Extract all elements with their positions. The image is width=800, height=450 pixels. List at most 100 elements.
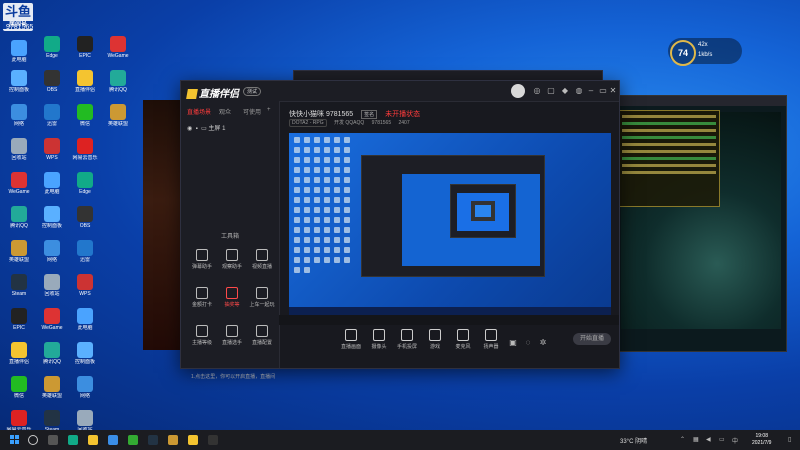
desktop-icon[interactable]: WPS [69, 274, 101, 297]
scene-item[interactable]: ◉ ▪ ▭ 主屏 1 [187, 123, 225, 132]
steam-icon[interactable] [148, 435, 158, 445]
desktop-icon[interactable]: 微信 [3, 376, 35, 399]
tab-available[interactable]: 可使用 [243, 107, 261, 116]
desktop-icon[interactable]: OBS [69, 206, 101, 229]
desktop-icon[interactable]: 直播伴侣 [69, 70, 101, 93]
desktop-icon[interactable]: 英雄联盟 [36, 376, 68, 399]
tool-button[interactable]: 上车一起玩 [249, 287, 275, 308]
app-icon [11, 308, 27, 324]
desktop-icon[interactable]: Steam [36, 410, 68, 430]
close-icon[interactable]: ✕ [609, 87, 617, 95]
gift-icon[interactable]: ◆ [561, 87, 569, 95]
control-button[interactable]: 手机投屏 [395, 329, 419, 350]
lock-icon[interactable]: ▪ [196, 126, 198, 132]
game-window-titlebar[interactable] [611, 96, 786, 106]
task-view-icon[interactable] [48, 435, 58, 445]
tray-arrow-icon[interactable]: ⌃ [680, 436, 685, 443]
desktop-icon[interactable]: 回收站 [3, 138, 35, 161]
start-button[interactable] [10, 435, 20, 445]
skin-icon[interactable]: ◎ [533, 87, 541, 95]
control-button[interactable]: 直播画面 [339, 329, 363, 350]
room-tag[interactable]: 签名 [361, 110, 378, 119]
stream-preview[interactable] [289, 133, 611, 315]
desktop-icon[interactable]: 回收站 [36, 274, 68, 297]
visibility-icon[interactable]: ◉ [187, 126, 192, 132]
avatar[interactable] [511, 84, 525, 98]
wechat-icon[interactable] [128, 435, 138, 445]
edge-icon[interactable] [68, 435, 78, 445]
control-button[interactable]: 游戏 [423, 329, 447, 350]
network-speed-widget[interactable]: 74 42x 1kb/s [668, 38, 742, 66]
desktop-icon[interactable]: 腾讯QQ [3, 206, 35, 229]
tool-button[interactable]: 抽奖等 [219, 287, 245, 308]
battery-icon[interactable]: ▭ [719, 436, 725, 443]
app-icon [44, 36, 60, 52]
desktop-icon[interactable]: 控制面板 [36, 206, 68, 229]
desktop-icon[interactable]: 此电脑 [36, 172, 68, 195]
desktop-icon[interactable]: 网络 [3, 104, 35, 127]
desktop-icon[interactable]: WeGame [3, 172, 35, 195]
desktop-icon[interactable]: 此电脑 [69, 308, 101, 331]
tool-button[interactable]: 观察助手 [219, 249, 245, 270]
desktop-icon[interactable]: 回收站 [69, 410, 101, 430]
search-icon[interactable] [28, 435, 38, 445]
desktop-icon[interactable]: 网易云音乐 [3, 410, 35, 430]
desktop-icon[interactable]: 控制面板 [69, 342, 101, 365]
desktop-icon[interactable]: Edge [36, 36, 68, 59]
desktop-icon[interactable]: 直播伴侣 [3, 342, 35, 365]
desktop-icon[interactable]: 腾讯QQ [36, 342, 68, 365]
desktop-icon[interactable]: EPIC [3, 308, 35, 331]
desktop-icon[interactable]: 网络 [69, 376, 101, 399]
weather-widget[interactable]: 33°C 阴晴 [620, 436, 647, 445]
game-icon[interactable] [168, 435, 178, 445]
control-button[interactable]: 麦克风 [451, 329, 475, 350]
desktop-icon[interactable]: 英雄联盟 [3, 240, 35, 263]
desktop-icon[interactable]: 网络 [36, 240, 68, 263]
tool-button[interactable]: 视频直播 [249, 249, 275, 270]
tab-scene[interactable]: 直播场景 [187, 107, 211, 116]
desktop-icon[interactable]: 英雄联盟 [102, 104, 134, 127]
ime-indicator[interactable]: 中 [732, 436, 738, 445]
record-icon[interactable]: ▣ [509, 339, 517, 347]
settings-icon[interactable]: ✲ [539, 339, 547, 347]
notifications-icon[interactable]: ▯ [788, 436, 791, 443]
desktop-icon[interactable]: Edge [69, 172, 101, 195]
desktop-icon[interactable]: 控制面板 [3, 70, 35, 93]
message-icon[interactable]: ▢ [547, 87, 555, 95]
network-icon[interactable]: ▦ [693, 436, 699, 443]
desktop-icon[interactable]: 迅雷 [69, 240, 101, 263]
desktop-icon[interactable]: 迅雷 [36, 104, 68, 127]
desktop-icon[interactable]: 网易云音乐 [69, 138, 101, 161]
go-live-button[interactable]: 开始直播 [573, 333, 611, 345]
control-button[interactable]: 扬声器 [479, 329, 503, 350]
live-companion-taskbar-icon[interactable] [188, 435, 198, 445]
tab-audience[interactable]: 观众 [219, 107, 231, 116]
loop-icon[interactable]: ◌ [524, 339, 532, 347]
desktop-icon[interactable]: WeGame [36, 308, 68, 331]
obs-icon[interactable] [208, 435, 218, 445]
store-icon[interactable] [108, 435, 118, 445]
desktop-icon[interactable]: Steam [3, 274, 35, 297]
desktop-icon[interactable]: 腾讯QQ [102, 70, 134, 93]
tool-button[interactable]: 直播配置 [249, 325, 275, 346]
desktop-icon[interactable]: WPS [36, 138, 68, 161]
add-scene-button[interactable]: + [267, 107, 271, 113]
desktop-icon[interactable]: WeGame [102, 36, 134, 59]
desktop-icon[interactable]: OBS [36, 70, 68, 93]
category-pill[interactable]: DOTA2 - RPG [289, 119, 327, 127]
tool-button[interactable]: 弹幕助手 [189, 249, 215, 270]
desktop-icon-label: 腾讯QQ [43, 359, 61, 365]
desktop-icon[interactable]: 微信 [69, 104, 101, 127]
tool-button[interactable]: 主播等级 [189, 325, 215, 346]
clock[interactable]: 19:08 2021/7/9 [752, 433, 771, 447]
volume-icon[interactable]: ◀ [706, 436, 711, 443]
desktop-icon[interactable]: 此电脑 [3, 40, 35, 63]
control-button[interactable]: 摄像头 [367, 329, 391, 350]
notification-icon[interactable]: ◍ [575, 87, 583, 95]
tool-button[interactable]: 直播选手 [219, 325, 245, 346]
maximize-icon[interactable]: ▭ [599, 87, 607, 95]
tool-button[interactable]: 金额打卡 [189, 287, 215, 308]
explorer-icon[interactable] [88, 435, 98, 445]
minimize-icon[interactable]: – [587, 87, 595, 95]
desktop-icon[interactable]: EPIC [69, 36, 101, 59]
